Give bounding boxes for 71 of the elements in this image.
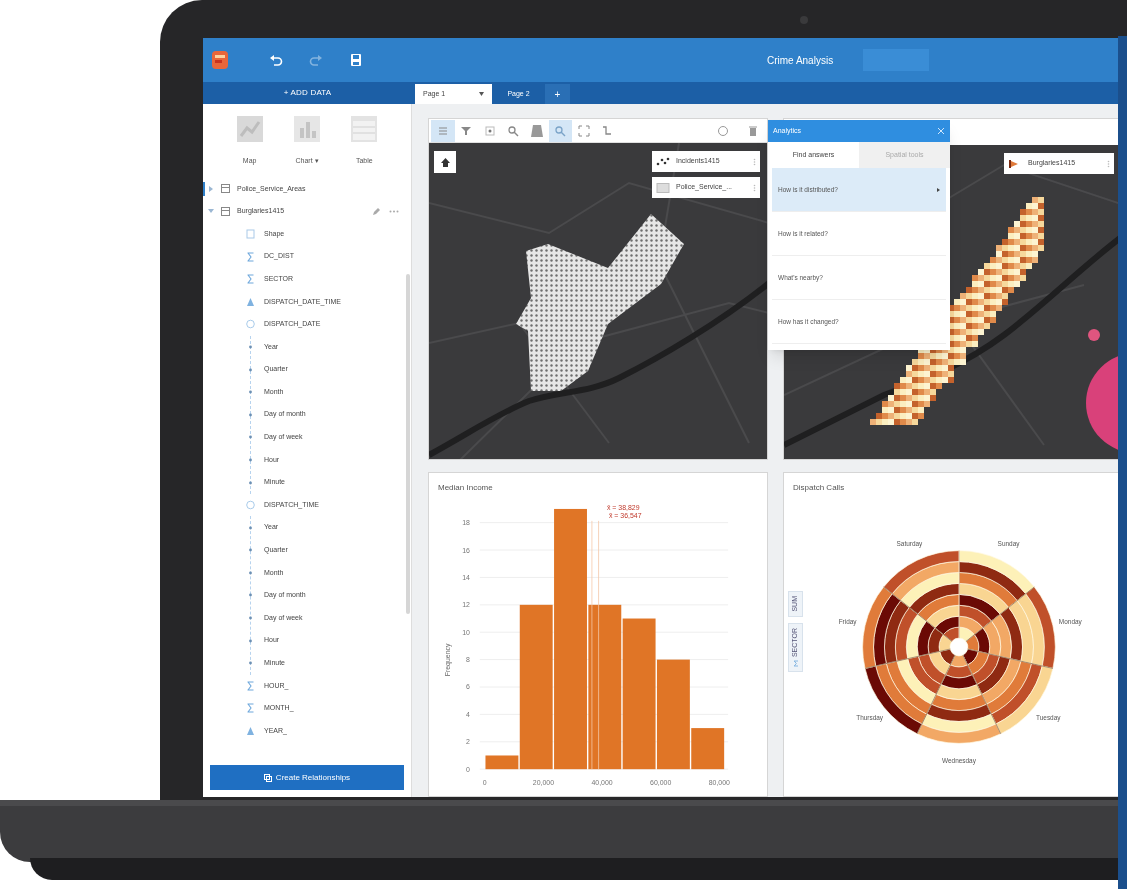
dataset-table-icon — [221, 206, 230, 216]
scatter-icon — [656, 156, 670, 167]
radial-segment[interactable] — [1008, 600, 1034, 664]
histogram-bar[interactable] — [691, 728, 725, 770]
dataset-table-icon — [221, 184, 230, 194]
trash-icon — [746, 123, 760, 138]
pointer-icon — [482, 123, 497, 138]
radial-segment[interactable] — [931, 694, 987, 711]
table-icon — [351, 116, 378, 142]
location-icon — [246, 229, 255, 239]
magnifier-icon — [553, 123, 568, 138]
radial-segment[interactable] — [958, 572, 1018, 608]
radial-segment[interactable] — [900, 572, 960, 608]
info-icon — [716, 123, 730, 138]
radial-segment[interactable] — [873, 593, 902, 667]
radial-segment[interactable] — [986, 660, 1032, 715]
radial-segment[interactable] — [934, 615, 960, 635]
home-button[interactable] — [434, 151, 456, 173]
home-icon — [440, 157, 450, 167]
sigma-icon — [246, 251, 255, 262]
scrollbar[interactable] — [406, 274, 410, 614]
radial-segment[interactable] — [862, 586, 893, 669]
caret-icon — [937, 187, 940, 192]
radial-segment[interactable] — [917, 594, 960, 622]
more-icon — [753, 183, 756, 192]
rate-icon — [246, 726, 255, 737]
spoke-line — [965, 586, 1035, 642]
radial-segment[interactable] — [926, 703, 992, 722]
map-icon — [236, 116, 263, 142]
close-icon[interactable] — [937, 127, 945, 135]
mound-icon — [529, 123, 544, 138]
add-data-button[interactable]: + ADD DATA — [203, 82, 412, 104]
clock-icon — [246, 319, 255, 330]
radial-segment[interactable] — [958, 561, 1027, 601]
sigma-icon — [246, 703, 255, 714]
radial-segment[interactable] — [891, 561, 960, 601]
create-relationships-button[interactable]: Create Relationships — [210, 765, 404, 790]
radial-segment[interactable] — [883, 550, 960, 595]
spoke-line — [883, 586, 953, 642]
map-tool-button[interactable] — [548, 119, 572, 142]
chart-title: Dispatch Calls — [792, 482, 846, 494]
save-icon[interactable] — [349, 53, 363, 67]
radial-segment[interactable] — [999, 607, 1023, 662]
rate-icon — [246, 296, 255, 307]
radial-segment[interactable] — [921, 713, 997, 733]
app-title: Crime Analysis — [767, 53, 834, 68]
radial-segment[interactable] — [886, 660, 932, 715]
add-page-button[interactable]: + — [545, 84, 570, 104]
radial-segment[interactable] — [1016, 593, 1045, 667]
more-icon — [1107, 159, 1110, 168]
radial-segment[interactable] — [895, 607, 919, 662]
undo-icon[interactable] — [269, 53, 283, 67]
sigma-icon — [246, 274, 255, 285]
radial-segment[interactable] — [926, 604, 960, 629]
magnifier-icon — [506, 123, 521, 138]
more-icon — [753, 157, 756, 166]
sigma-icon — [792, 659, 799, 667]
histogram-bar[interactable] — [656, 659, 690, 770]
radial-segment[interactable] — [908, 583, 960, 615]
sigma-icon — [246, 680, 255, 691]
clock-icon — [246, 500, 255, 511]
chart-title: Median Income — [437, 482, 494, 494]
radial-segment[interactable] — [958, 550, 1035, 595]
area-swatch-icon — [656, 182, 670, 193]
caret-icon — [479, 92, 484, 96]
logo-icon — [211, 50, 229, 70]
corners-icon — [576, 123, 591, 138]
link-icon — [263, 773, 272, 782]
selection-marker — [203, 181, 205, 196]
bar-chart-icon — [294, 116, 320, 142]
radial-segment[interactable] — [884, 600, 910, 664]
